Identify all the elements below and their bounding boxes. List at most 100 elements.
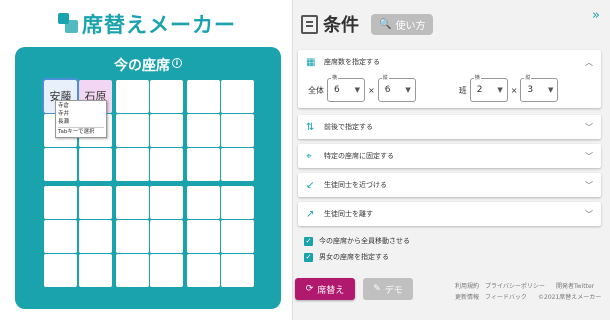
overall-cols-select[interactable]: 縦 6 ▼ [377,74,416,102]
seat-panel: 席替えメーカー 今の座席 i 安藤 石原 寺倉 寺井 長瀬 Tabキーで選択 [0,0,292,320]
rows-label: 横 [331,74,339,81]
edit-list-icon [301,14,318,34]
rows-label: 横 [473,74,481,81]
seat[interactable] [187,220,220,253]
option-label: 特定の座席に固定する [324,152,394,160]
overall-rows-value: 6 [334,85,340,95]
seat[interactable] [187,254,220,287]
option-label: 生徒同士を近づける [324,181,387,189]
seat[interactable] [150,220,183,253]
group-rows-select[interactable]: 横 2 ▼ [469,74,508,102]
footer-link-feedback[interactable]: フィードバック [485,292,527,301]
group-label: 班 [458,85,467,95]
autocomplete-menu: 寺倉 寺井 長瀬 Tabキーで選択 [55,100,107,138]
overall-cols-value: 6 [384,85,391,95]
seat-count-card: ▦ 座席数を指定する ︿ 全体 横 6 ▼ × 縦 6 ▼ 班 横 2 ▼ × [298,50,601,108]
option-separate[interactable]: ↗ 生徒同士を離す ﹀ [298,202,601,226]
collapse-icon[interactable]: » [592,8,600,23]
dropdown-arrow-icon: ▼ [497,86,503,94]
seat[interactable] [187,114,220,147]
chevron-down-icon: ﹀ [585,209,593,219]
checkbox-move-all[interactable]: ✓ 今の座席から全員移動させる [304,236,410,246]
seat[interactable] [79,254,112,287]
option-fix-seat[interactable]: ⌖ 特定の座席に固定する ﹀ [298,144,601,168]
howto-button[interactable]: 🔍 使い方 [371,13,434,35]
seat[interactable] [150,254,183,287]
option-label: 前後で指定する [324,123,373,131]
footer-link-updates[interactable]: 更新情報 [455,292,479,301]
seat[interactable] [44,220,77,253]
dropdown-arrow-icon: ▼ [405,86,411,94]
conditions-panel: 条件 🔍 使い方 » ▦ 座席数を指定する ︿ 全体 横 6 ▼ × 縦 6 ▼ [292,0,610,320]
demo-label: デモ [384,285,403,296]
seat-count-header[interactable]: ▦ 座席数を指定する ︿ [298,50,601,74]
seat[interactable] [150,148,183,181]
seat[interactable] [79,186,112,219]
seat[interactable] [187,148,220,181]
seat[interactable] [44,148,77,181]
overall-rows-select[interactable]: 横 6 ▼ [327,74,365,102]
seat[interactable] [221,148,254,181]
menu-item[interactable]: 寺倉 [58,102,104,110]
checkbox-label: 今の座席から全員移動させる [319,237,410,245]
option-label: 生徒同士を離す [324,210,373,218]
times-sign: × [368,85,375,95]
shuffle-button[interactable]: ⟳ 席替え [295,278,355,300]
group-cols-select[interactable]: 縦 3 ▼ [520,74,559,102]
footer-copyright: ©2021席替えメーカー [538,294,602,301]
info-icon[interactable]: i [172,58,182,68]
menu-item[interactable]: 長瀬 [58,118,104,126]
group-rows-value: 2 [476,85,483,95]
checkbox-gender[interactable]: ✓ 男女の座席を指定する [304,252,389,262]
dropdown-arrow-icon: ▼ [548,86,554,94]
checkbox-checked-icon[interactable]: ✓ [304,236,313,246]
chevron-down-icon: ﹀ [585,122,593,132]
seat[interactable] [221,254,254,287]
seat-count-label: 座席数を指定する [324,58,380,66]
option-front-back[interactable]: ⇅ 前後で指定する ﹀ [298,115,601,139]
seat[interactable] [116,186,149,219]
seat[interactable] [150,186,183,219]
seat[interactable] [79,148,112,181]
seat[interactable] [116,80,149,113]
shuffle-label: 席替え [317,285,345,296]
group-cols-value: 3 [527,85,534,95]
footer-link-terms[interactable]: 利用規約 [455,281,479,290]
seat[interactable] [221,186,254,219]
seat[interactable] [221,80,254,113]
option-bring-closer[interactable]: ↙ 生徒同士を近づける ﹀ [298,173,601,197]
howto-label: 使い方 [395,20,426,32]
chevron-down-icon: ﹀ [585,151,593,161]
seat[interactable] [221,220,254,253]
footer-link-twitter[interactable]: 開発者Twitter [556,281,594,290]
seat[interactable] [116,254,149,287]
seat[interactable] [150,80,183,113]
seat-count-fields: 全体 横 6 ▼ × 縦 6 ▼ 班 横 2 ▼ × 縦 3 ▼ [298,74,601,108]
seat[interactable] [187,80,220,113]
seat[interactable] [187,186,220,219]
seat[interactable] [44,186,77,219]
conditions-title: 条件 [323,15,359,36]
chevron-up-icon: ︿ [585,57,593,67]
board-title-text: 今の座席 [114,58,170,74]
seat[interactable] [221,114,254,147]
seat[interactable] [150,114,183,147]
footer-link-privacy[interactable]: プライバシーポリシー [485,281,545,290]
cols-label: 縦 [381,74,389,81]
seat[interactable] [116,114,149,147]
menu-hint: Tabキーで選択 [58,127,104,136]
cols-label: 縦 [524,74,532,81]
seat[interactable] [79,220,112,253]
checkbox-checked-icon[interactable]: ✓ [304,252,313,262]
dropdown-arrow-icon: ▼ [354,86,360,94]
menu-item[interactable]: 寺井 [58,110,104,118]
seat[interactable] [116,148,149,181]
board-title: 今の座席 i [15,55,281,75]
demo-button[interactable]: ✎ デモ [363,278,413,300]
seat[interactable] [116,220,149,253]
seat[interactable] [44,254,77,287]
times-sign: × [510,85,518,95]
overall-label: 全体 [308,85,324,95]
chevron-down-icon: ﹀ [585,180,593,190]
checkbox-label: 男女の座席を指定する [319,253,389,261]
